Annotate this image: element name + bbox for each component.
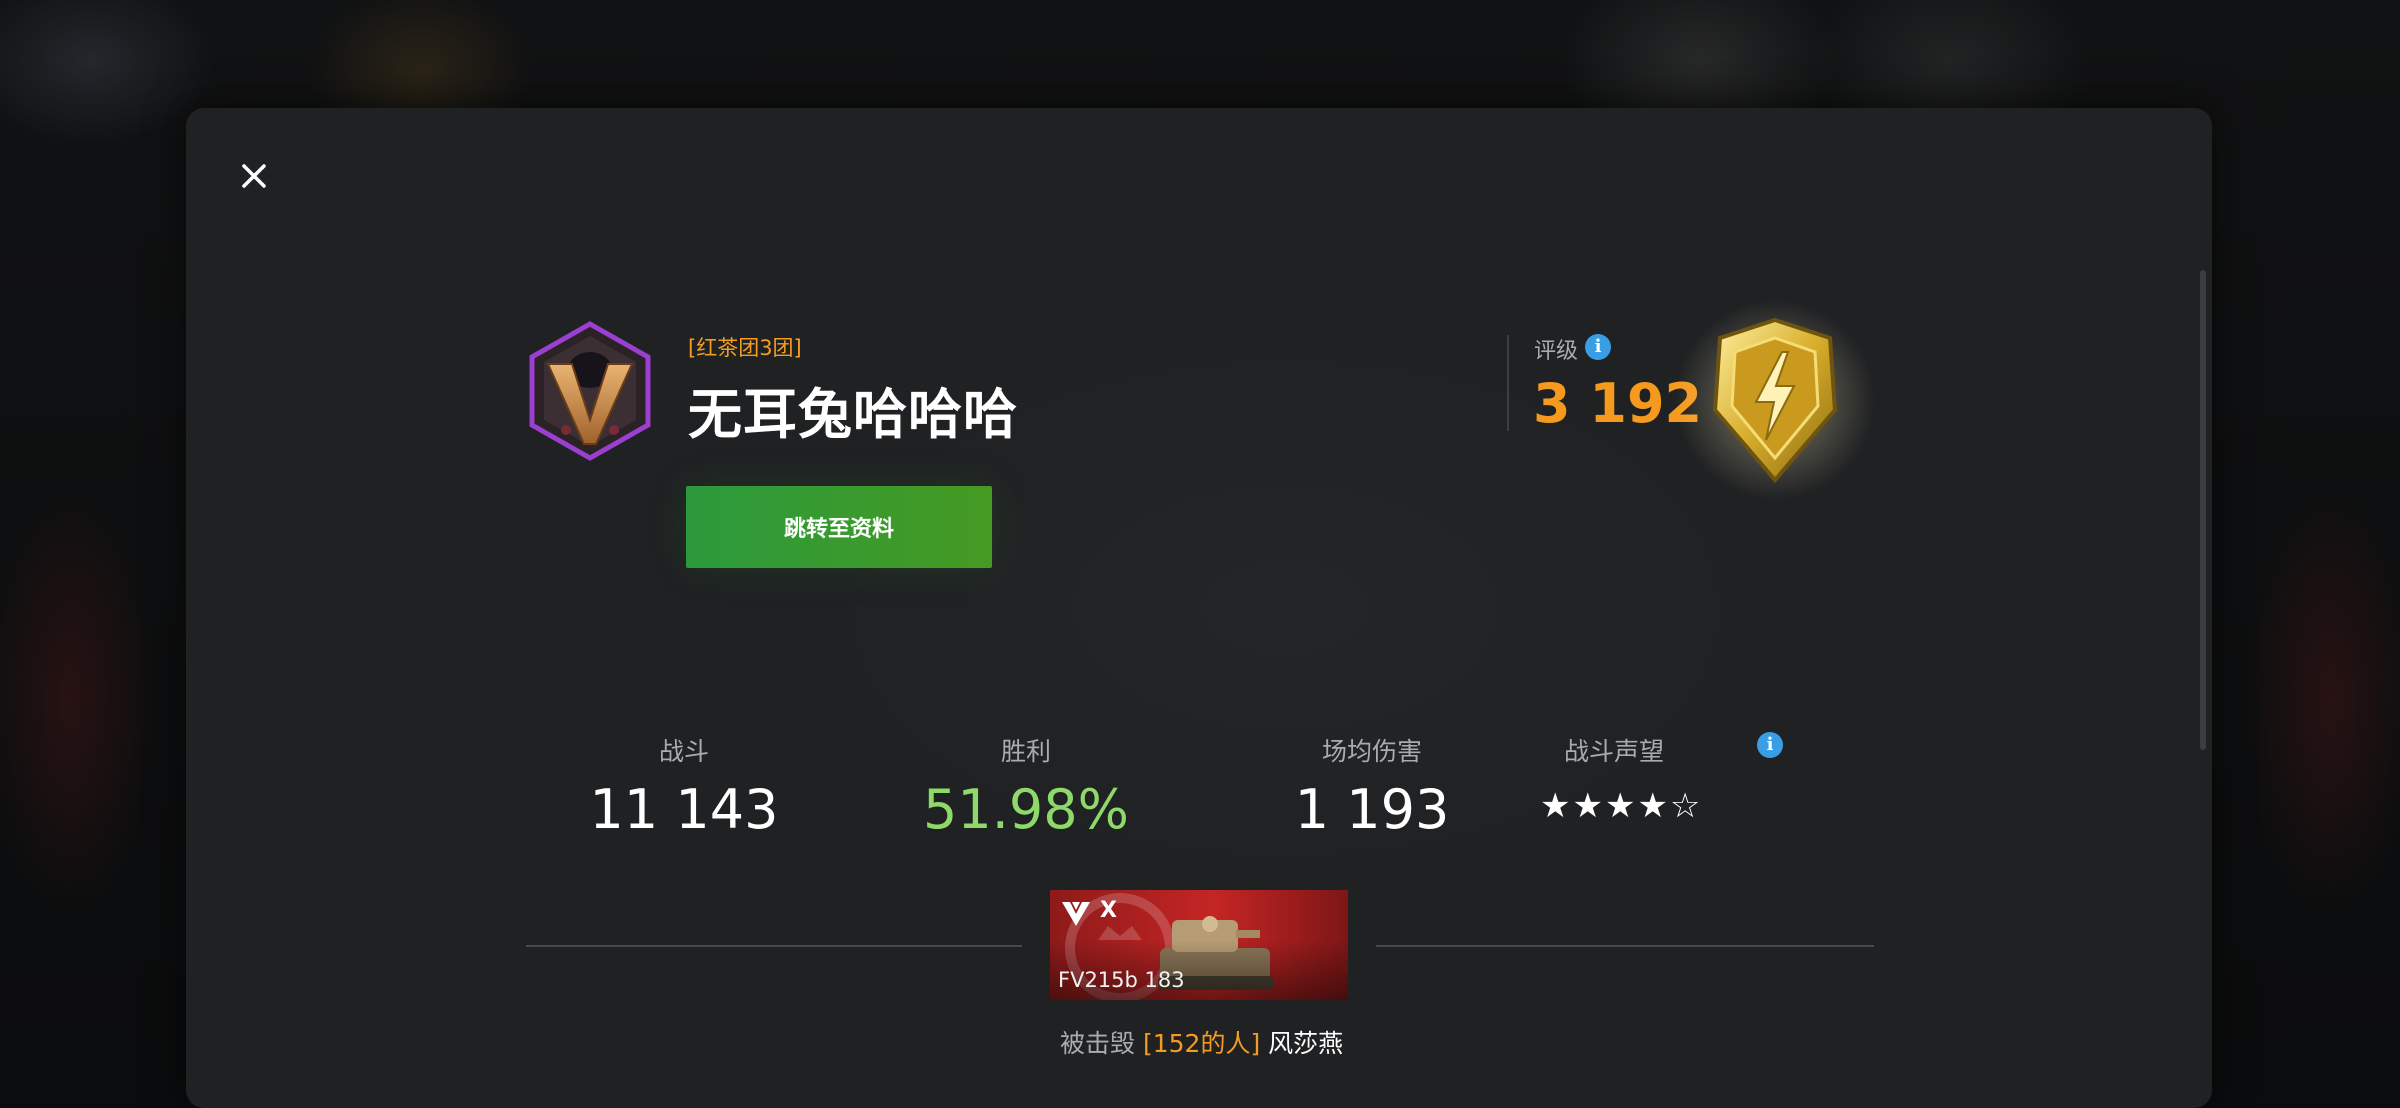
stat-prestige-label: 战斗声望 xyxy=(1564,732,1694,768)
stat-battles-label: 战斗 xyxy=(534,732,834,768)
prestige-stars: ★★★★☆ xyxy=(1540,786,1740,826)
player-name: 无耳兔哈哈哈 xyxy=(688,370,1018,449)
panel-scrollbar[interactable] xyxy=(2200,270,2206,750)
prestige-info-icon[interactable]: i xyxy=(1757,732,1783,758)
stat-battles-value: 11 143 xyxy=(534,778,834,841)
destroyed-tank-card[interactable]: X FV215b 183 xyxy=(1050,890,1348,1000)
clan-emblem-icon xyxy=(526,320,654,462)
tank-name: FV215b 183 xyxy=(1058,968,1185,992)
stat-avg-damage-value: 1 193 xyxy=(1222,778,1522,841)
destroyer-clan-tag[interactable]: [152的人] xyxy=(1143,1029,1260,1058)
rating-league-badge-icon xyxy=(1670,290,1880,510)
tank-tier: X xyxy=(1100,898,1117,923)
close-icon[interactable] xyxy=(236,158,272,194)
clan-tag[interactable]: [红茶团3团] xyxy=(688,332,802,362)
tank-class-icon xyxy=(1058,898,1094,928)
stat-wins-value: 51.98% xyxy=(876,778,1176,841)
divider-left xyxy=(526,945,1022,947)
destroyer-name[interactable]: 风莎燕 xyxy=(1268,1029,1343,1058)
rating-label: 评级 xyxy=(1534,333,1578,365)
destroyed-prefix: 被击毁 xyxy=(1060,1029,1135,1058)
divider-right xyxy=(1376,945,1874,947)
stat-avg-damage-label: 场均伤害 xyxy=(1222,732,1522,768)
stat-wins-label: 胜利 xyxy=(876,732,1176,768)
rating-info-icon[interactable]: i xyxy=(1585,334,1611,360)
destroyed-by-line: 被击毁 [152的人] 风莎燕 xyxy=(1060,1024,1343,1060)
rating-divider xyxy=(1507,335,1509,431)
go-to-profile-button[interactable]: 跳转至资料 xyxy=(686,486,992,568)
